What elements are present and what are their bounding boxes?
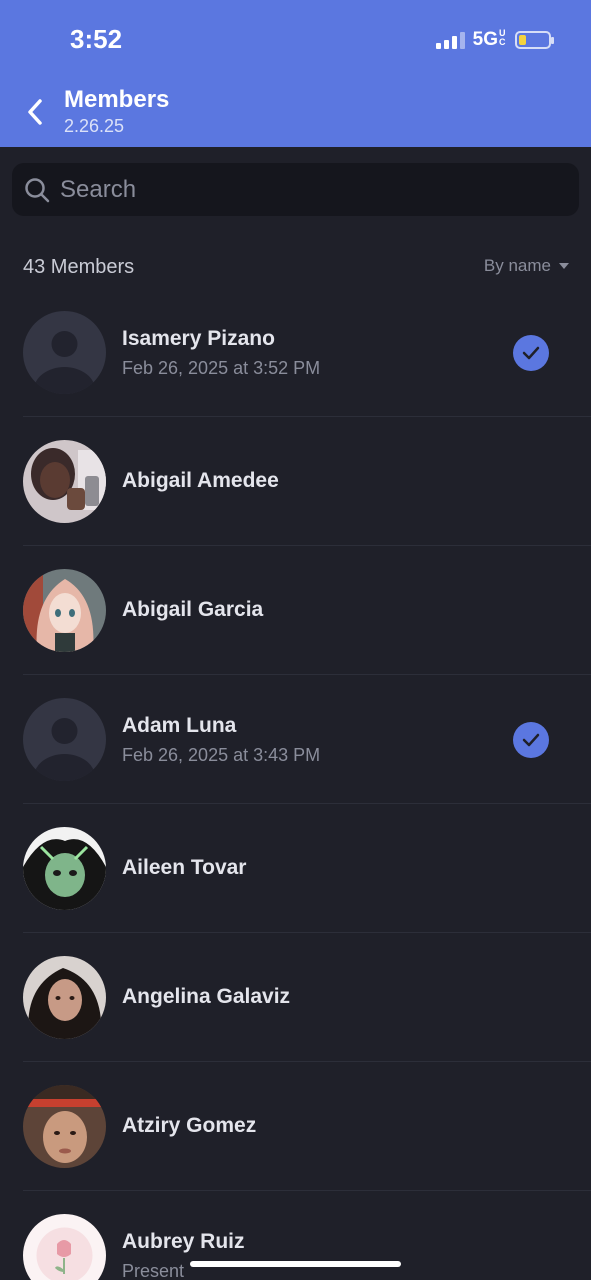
list-item[interactable]: Abigail Garcia — [0, 546, 591, 675]
list-item[interactable]: Angelina Galaviz — [0, 933, 591, 1062]
tulip-avatar — [23, 1214, 106, 1280]
anime-avatar — [23, 569, 106, 652]
member-name: Atziry Gomez — [122, 1114, 257, 1137]
member-timestamp: Feb 26, 2025 at 3:43 PM — [122, 745, 321, 765]
app-header: 3:52 5G UC Members 2.26.25 — [0, 0, 591, 147]
member-list: Isamery Pizano Feb 26, 2025 at 3:52 PM A… — [0, 288, 591, 1280]
member-name: Abigail Garcia — [122, 598, 264, 621]
member-name: Isamery Pizano — [122, 327, 275, 350]
list-item[interactable]: Atziry Gomez — [0, 1062, 591, 1191]
signal-icon — [435, 31, 465, 49]
caret-down-icon — [559, 263, 569, 269]
default-avatar — [23, 311, 106, 394]
photo-avatar — [23, 1085, 106, 1168]
sort-label: By name — [483, 256, 551, 275]
green-cartoon-avatar — [23, 827, 106, 910]
search-bar[interactable] — [12, 163, 579, 216]
status-time: 3:52 — [70, 24, 123, 54]
member-count: 43 Members — [23, 256, 135, 278]
search-input[interactable] — [60, 175, 540, 204]
member-name: Abigail Amedee — [122, 469, 279, 492]
status-indicators: 5G UC — [435, 28, 554, 52]
member-name: Angelina Galaviz — [122, 985, 291, 1008]
member-status: Present — [122, 1261, 185, 1280]
list-item[interactable]: Aileen Tovar — [0, 804, 591, 933]
chevron-left-icon — [28, 99, 42, 125]
home-indicator[interactable] — [190, 1261, 401, 1267]
member-name: Adam Luna — [122, 714, 237, 737]
back-button[interactable] — [20, 92, 50, 132]
photo-avatar — [23, 956, 106, 1039]
network-label: 5G UC — [472, 28, 506, 51]
page-title: Members — [64, 86, 170, 113]
battery-icon — [515, 31, 554, 49]
checkmark-icon — [513, 335, 549, 371]
sort-dropdown[interactable]: By name — [484, 256, 569, 276]
list-item[interactable]: Abigail Amedee — [0, 417, 591, 546]
member-name: Aubrey Ruiz — [122, 1230, 245, 1253]
default-avatar — [23, 698, 106, 781]
list-item[interactable]: Adam Luna Feb 26, 2025 at 3:43 PM — [0, 675, 591, 804]
list-item[interactable]: Isamery Pizano Feb 26, 2025 at 3:52 PM — [0, 288, 591, 417]
photo-avatar — [23, 440, 106, 523]
checkmark-icon — [513, 722, 549, 758]
member-timestamp: Feb 26, 2025 at 3:52 PM — [122, 358, 321, 378]
search-icon — [25, 177, 50, 202]
page-subtitle: 2.26.25 — [64, 116, 125, 136]
member-name: Aileen Tovar — [122, 856, 247, 879]
